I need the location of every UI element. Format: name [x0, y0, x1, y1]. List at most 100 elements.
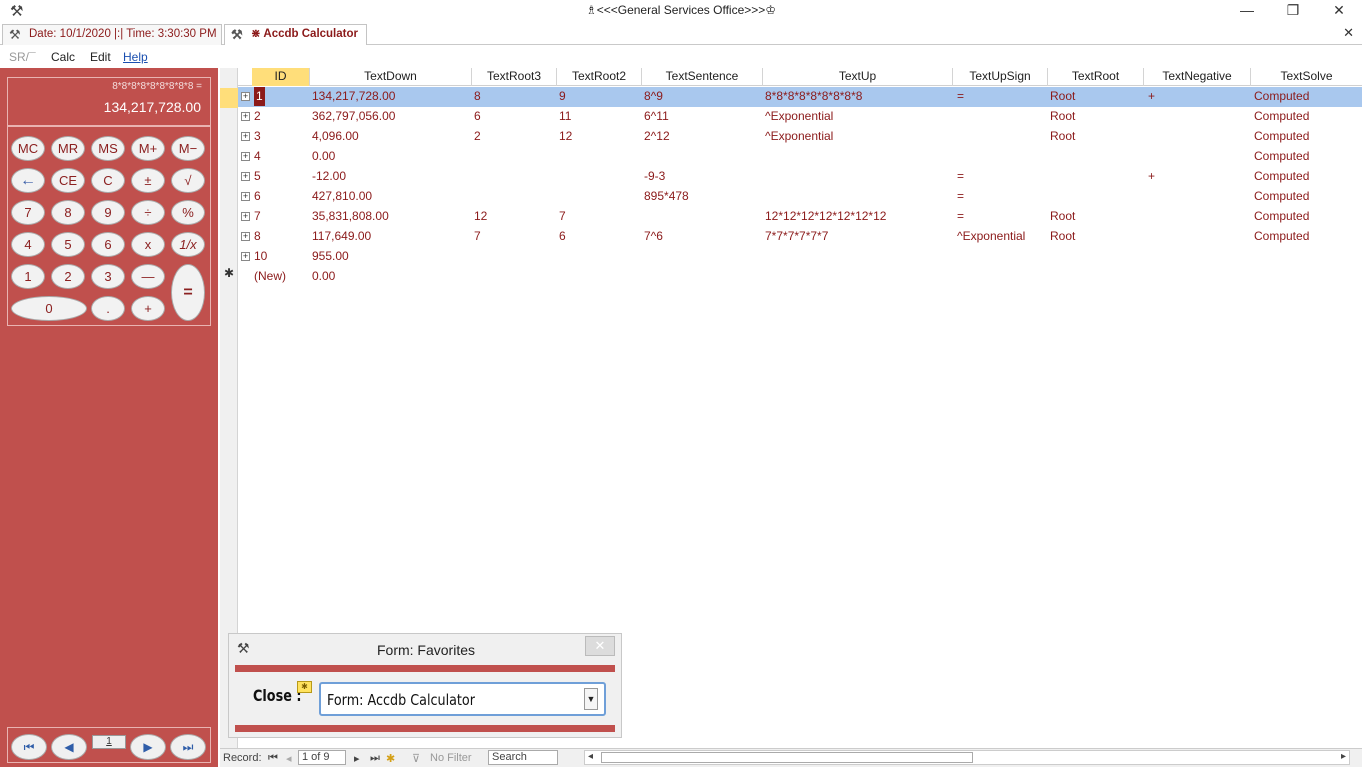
cell-textroot[interactable] — [1050, 187, 1142, 207]
key-m-minus[interactable]: M− — [171, 136, 205, 161]
cell-textroot2[interactable]: 11 — [559, 107, 641, 127]
previous-record-icon[interactable]: ◀ — [51, 734, 87, 760]
cell-textsentence[interactable]: 895*478 — [644, 187, 762, 207]
cell-textdown[interactable]: -12.00 — [312, 167, 470, 187]
last-record-icon[interactable]: ⏭ — [170, 734, 206, 760]
favorites-dropdown[interactable]: Form: Accdb Calculator ▼ — [319, 682, 606, 716]
horizontal-scrollbar[interactable]: ◂ ▸ — [584, 750, 1350, 765]
column-header-textup[interactable]: TextUp — [763, 68, 953, 86]
table-row[interactable]: + 3 4,096.00 2 12 2^12 ^Exponential Root… — [238, 127, 1362, 147]
menu-edit[interactable]: Edit — [90, 50, 111, 64]
key-4[interactable]: 4 — [11, 232, 45, 257]
cell-textsolve[interactable]: Computed — [1254, 187, 1360, 207]
cell-textroot3[interactable] — [474, 187, 556, 207]
cell-textdown[interactable]: 0.00 — [312, 147, 470, 167]
cell-textroot3[interactable] — [474, 147, 556, 167]
new-record-icon[interactable]: ✱ — [220, 264, 238, 284]
cell-textroot[interactable] — [1050, 147, 1142, 167]
cell-textup[interactable]: ^Exponential — [765, 107, 951, 127]
cell-textroot2[interactable] — [559, 147, 641, 167]
cell-textroot[interactable] — [1050, 167, 1142, 187]
search-input[interactable]: Search — [488, 750, 558, 765]
cell-textupsign[interactable]: ^Exponential — [957, 227, 1047, 247]
key-sqrt[interactable]: √ — [171, 168, 205, 193]
key-percent[interactable]: % — [171, 200, 205, 225]
new-record-icon[interactable]: ✱ — [386, 752, 395, 765]
cell-textroot2[interactable] — [559, 247, 641, 267]
first-record-icon[interactable]: ⏮ — [268, 752, 278, 765]
cell-textroot3[interactable]: 6 — [474, 107, 556, 127]
last-record-icon[interactable]: ⏭ — [370, 752, 380, 765]
cell-id[interactable]: 3 — [254, 127, 310, 147]
close-window-button[interactable]: ✕ — [1316, 0, 1362, 22]
key-1[interactable]: 1 — [11, 264, 45, 289]
record-position-input[interactable]: 1 of 9 — [298, 750, 346, 765]
expand-icon[interactable]: + — [241, 192, 250, 201]
table-row[interactable]: + 2 362,797,056.00 6 11 6^11 ^Exponentia… — [238, 107, 1362, 127]
cell-id[interactable]: 1 — [254, 87, 265, 106]
cell-textroot3[interactable]: 7 — [474, 227, 556, 247]
cell-textnegative[interactable] — [1148, 247, 1248, 267]
cell-textroot3[interactable]: 2 — [474, 127, 556, 147]
cell-textdown[interactable]: 0.00 — [312, 267, 470, 287]
key-ce[interactable]: CE — [51, 168, 85, 193]
next-record-icon[interactable]: ▶ — [130, 734, 166, 760]
next-record-icon[interactable]: ▸ — [354, 752, 360, 765]
key-decimal[interactable]: . — [91, 296, 125, 321]
previous-record-icon[interactable]: ◂ — [286, 752, 292, 765]
menu-help[interactable]: Help — [123, 50, 148, 64]
scroll-right-icon[interactable]: ▸ — [1341, 751, 1346, 762]
key-reciprocal[interactable]: 1/x — [171, 232, 205, 257]
table-row[interactable]: + 10 955.00 — [238, 247, 1362, 267]
cell-textroot2[interactable]: 6 — [559, 227, 641, 247]
cell-textroot3[interactable] — [474, 247, 556, 267]
column-header-textroot2[interactable]: TextRoot2 — [557, 68, 642, 86]
cell-textup[interactable] — [765, 167, 951, 187]
cell-textroot3[interactable]: 12 — [474, 207, 556, 227]
cell-textup[interactable]: 7*7*7*7*7*7 — [765, 227, 951, 247]
key-equals[interactable]: = — [171, 264, 205, 321]
cell-textnegative[interactable]: + — [1148, 167, 1248, 187]
key-ms[interactable]: MS — [91, 136, 125, 161]
table-row[interactable]: + 5 -12.00 -9-3 = + Computed — [238, 167, 1362, 187]
record-number[interactable]: 1 — [92, 735, 126, 749]
cell-textsentence[interactable]: 6^11 — [644, 107, 762, 127]
cell-id[interactable]: (New) — [254, 267, 310, 287]
cell-textdown[interactable]: 955.00 — [312, 247, 470, 267]
cell-textupsign[interactable]: = — [957, 207, 1047, 227]
cell-textsentence[interactable]: 2^12 — [644, 127, 762, 147]
cell-textroot[interactable]: Root — [1050, 107, 1142, 127]
cell-textroot2[interactable] — [559, 167, 641, 187]
cell-textupsign[interactable] — [957, 107, 1047, 127]
cell-textroot[interactable]: Root — [1050, 227, 1142, 247]
cell-textsolve[interactable]: Computed — [1254, 87, 1360, 107]
scroll-thumb[interactable] — [601, 752, 973, 763]
cell-textdown[interactable]: 117,649.00 — [312, 227, 470, 247]
cell-textup[interactable] — [765, 147, 951, 167]
cell-textsentence[interactable] — [644, 207, 762, 227]
key-m-plus[interactable]: M+ — [131, 136, 165, 161]
cell-textroot[interactable] — [1050, 247, 1142, 267]
cell-textupsign[interactable]: = — [957, 167, 1047, 187]
close-tab-icon[interactable]: ✕ — [1343, 25, 1354, 41]
cell-textupsign[interactable] — [957, 147, 1047, 167]
cell-textup[interactable] — [765, 187, 951, 207]
key-plus-minus[interactable]: ± — [131, 168, 165, 193]
key-plus[interactable]: + — [131, 296, 165, 321]
expand-icon[interactable]: + — [241, 132, 250, 141]
table-row[interactable]: + 1 134,217,728.00 8 9 8^9 8*8*8*8*8*8*8… — [238, 87, 1362, 107]
new-record-row[interactable]: (New) 0.00 — [238, 267, 1362, 287]
cell-textup[interactable] — [765, 247, 951, 267]
cell-textdown[interactable]: 4,096.00 — [312, 127, 470, 147]
minimize-button[interactable]: — — [1224, 0, 1270, 22]
cell-textsolve[interactable]: Computed — [1254, 147, 1360, 167]
key-divide[interactable]: ÷ — [131, 200, 165, 225]
cell-textupsign[interactable] — [957, 247, 1047, 267]
expand-icon[interactable]: + — [241, 232, 250, 241]
column-header-id[interactable]: ID — [252, 68, 310, 86]
cell-textnegative[interactable] — [1148, 127, 1248, 147]
column-header-textroot[interactable]: TextRoot — [1048, 68, 1144, 86]
cell-textroot[interactable]: Root — [1050, 87, 1142, 107]
key-7[interactable]: 7 — [11, 200, 45, 225]
cell-textupsign[interactable] — [957, 127, 1047, 147]
